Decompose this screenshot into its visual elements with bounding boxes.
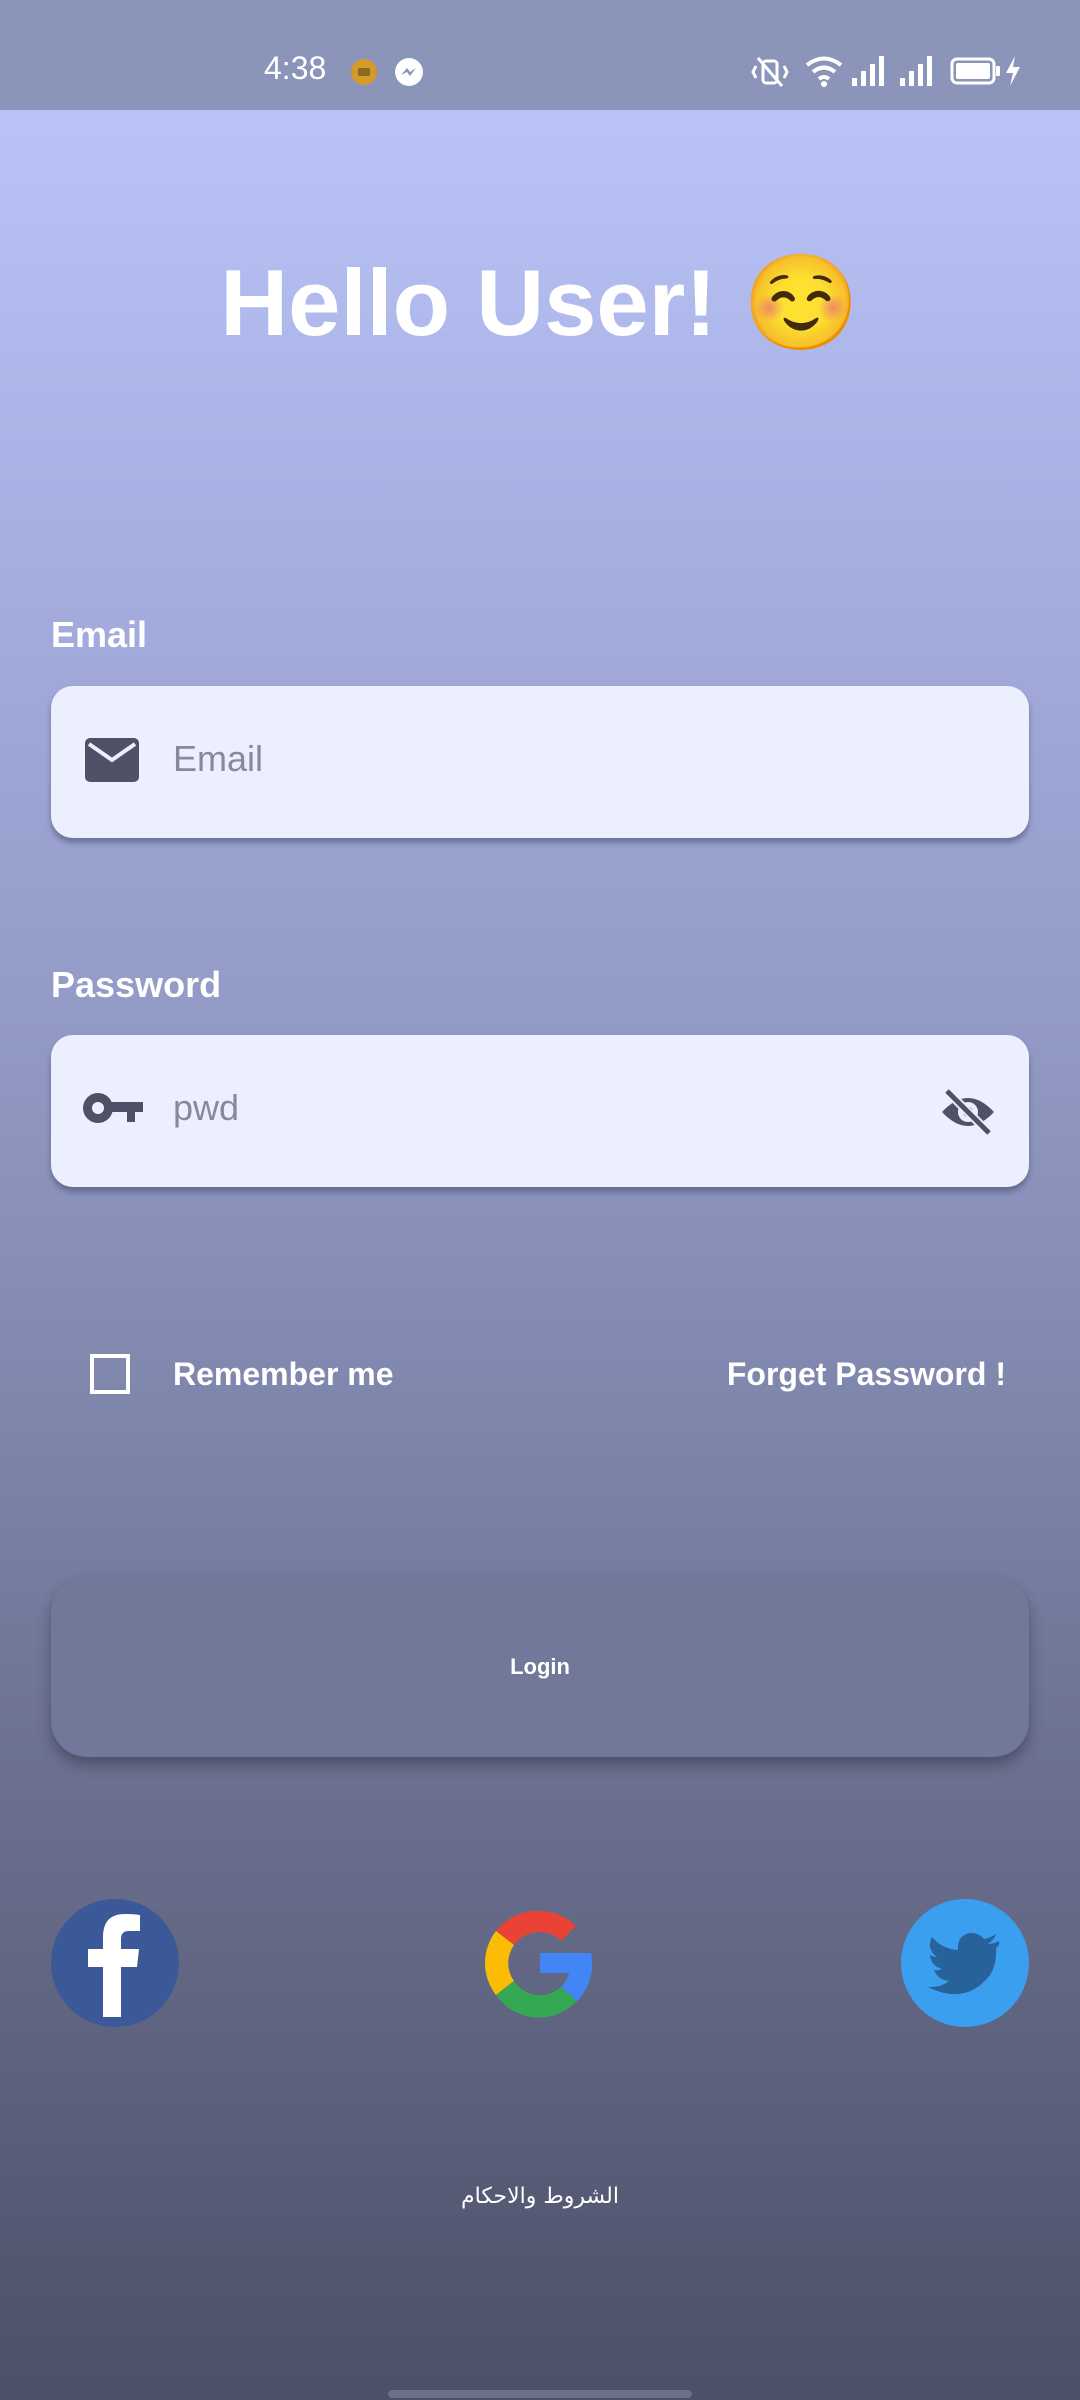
eye-off-icon[interactable] xyxy=(939,1087,997,1142)
login-button[interactable]: Login xyxy=(51,1577,1029,1757)
home-indicator[interactable] xyxy=(388,2390,692,2398)
remember-label[interactable]: Remember me xyxy=(173,1356,394,1393)
vibrate-icon xyxy=(750,55,790,94)
charging-icon xyxy=(1004,56,1022,91)
battery-icon xyxy=(950,57,1002,90)
signal-icon xyxy=(852,56,886,91)
terms-link[interactable]: الشروط والاحكام xyxy=(0,2184,1080,2209)
password-field[interactable]: pwd xyxy=(51,1035,1029,1187)
password-placeholder: pwd xyxy=(173,1087,240,1128)
facebook-icon[interactable] xyxy=(51,1899,179,2027)
notification-dot-icon xyxy=(350,58,378,91)
email-field[interactable]: Email xyxy=(51,686,1029,838)
wifi-icon xyxy=(805,55,843,92)
signal-icon xyxy=(900,56,934,91)
forgot-password-link[interactable]: Forget Password ! xyxy=(727,1356,1006,1393)
email-label: Email xyxy=(51,614,148,655)
remember-checkbox[interactable] xyxy=(90,1354,130,1394)
status-time: 4:38 xyxy=(264,50,327,86)
key-icon xyxy=(83,1091,143,1130)
twitter-icon[interactable] xyxy=(901,1899,1029,2027)
messenger-icon xyxy=(394,57,424,92)
page-title: Hello User! ☺️ xyxy=(220,250,860,355)
google-icon[interactable] xyxy=(476,1899,604,2027)
status-bar: 4:38 xyxy=(0,0,1080,110)
password-label: Password xyxy=(51,964,222,1005)
email-placeholder: Email xyxy=(173,738,264,779)
mail-icon xyxy=(85,738,139,787)
